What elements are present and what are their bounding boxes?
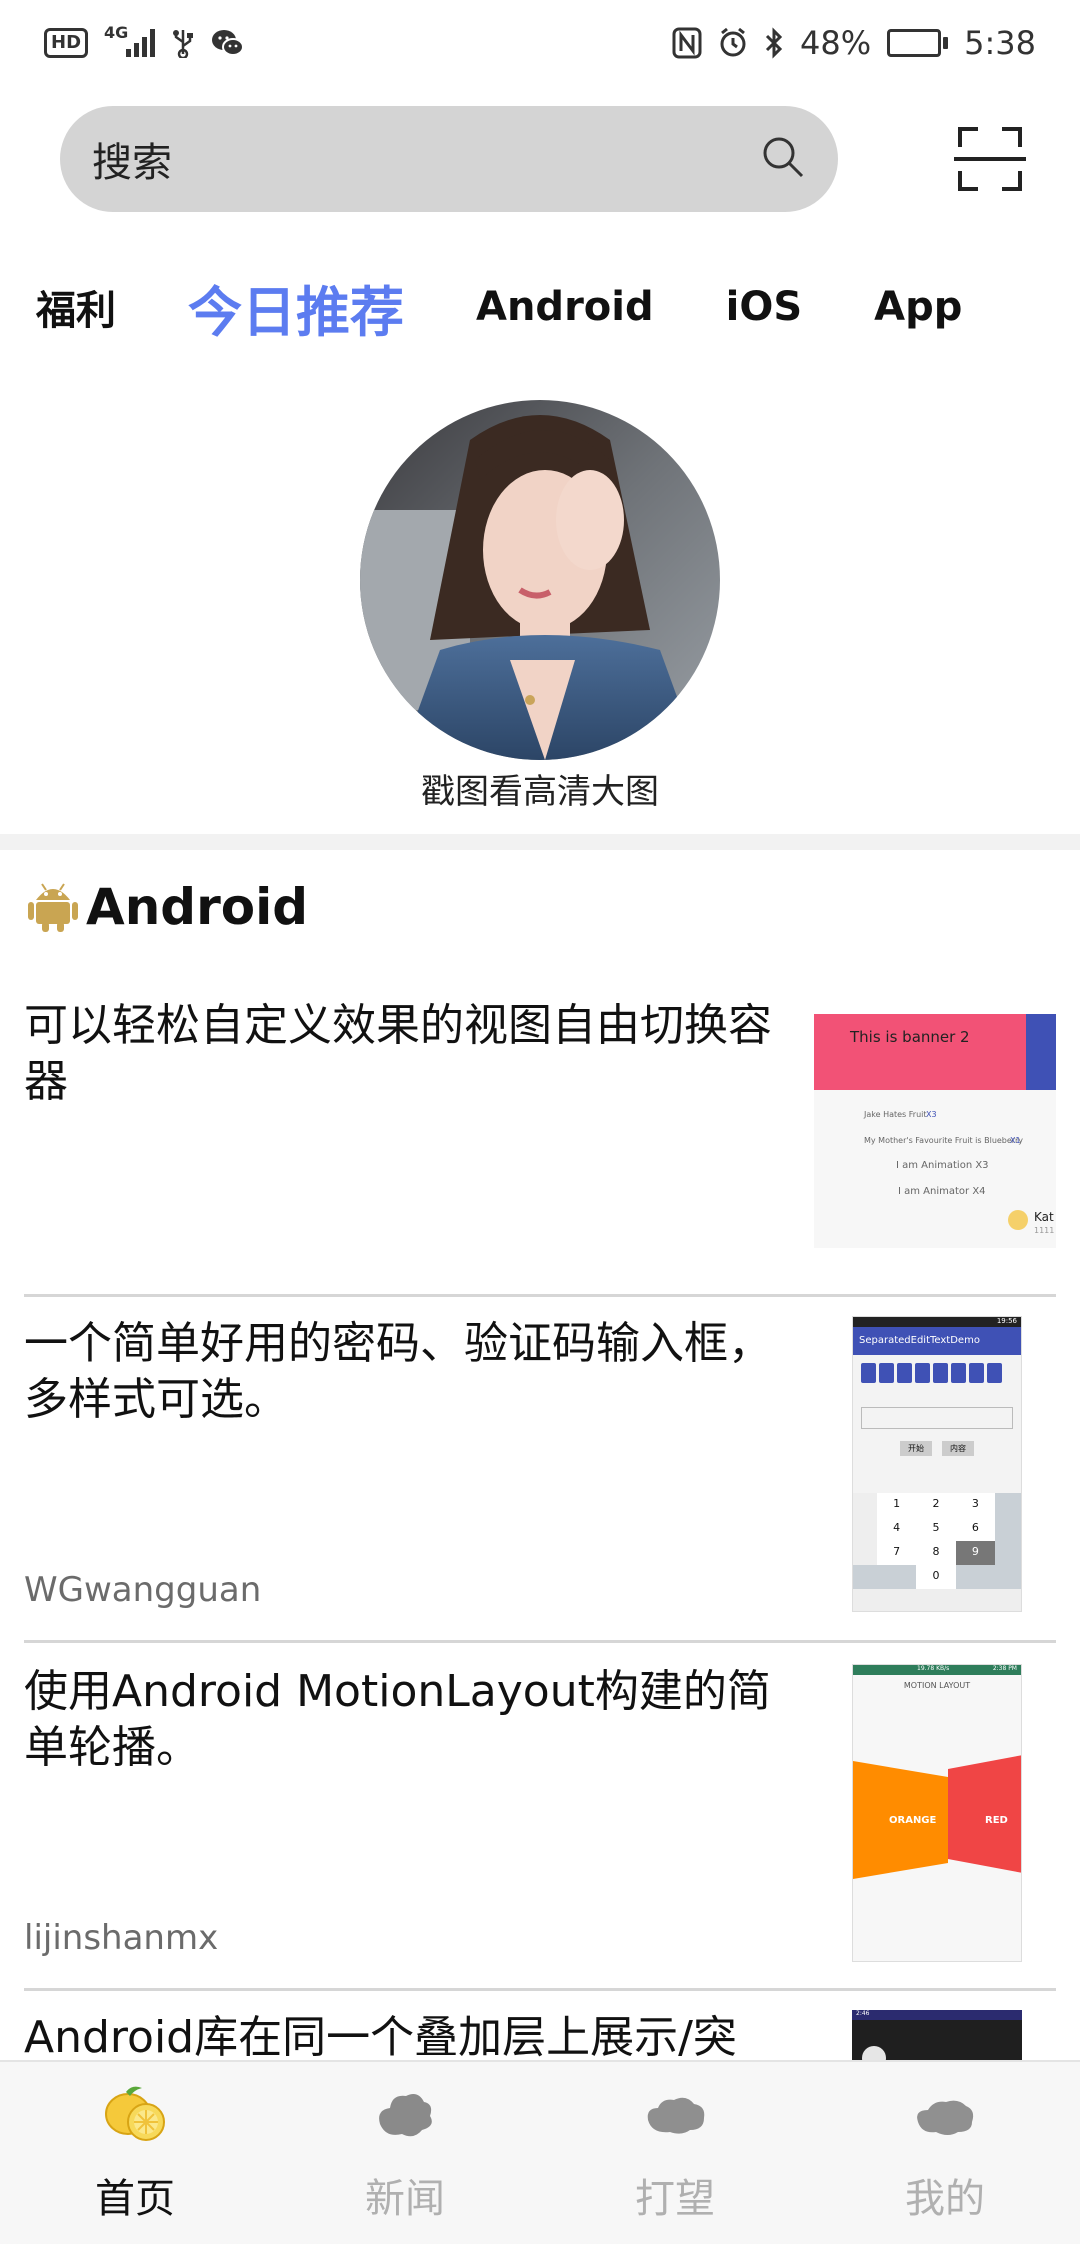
row-separator <box>24 1640 1056 1643</box>
key: 8 <box>916 1541 956 1565</box>
key: 0 <box>916 1565 956 1589</box>
hero-section: 戳图看高清大图 <box>0 400 1080 820</box>
thumb-btn: 内容 <box>942 1441 974 1456</box>
section-divider <box>0 834 1080 850</box>
nav-watch[interactable]: 打望 <box>540 2062 810 2244</box>
list-item[interactable]: 可以轻松自定义效果的视图自由切换容器 This is banner 2 Jake… <box>24 998 1056 1256</box>
key: 7 <box>877 1541 917 1565</box>
tab-android[interactable]: Android <box>476 284 654 330</box>
status-left: HD 4G <box>44 23 245 58</box>
tab-today-recommend[interactable]: 今日推荐 <box>188 268 404 347</box>
article-thumbnail[interactable]: 19.78 KB/s 2:38 PM MOTION LAYOUT ORANGE … <box>852 1664 1022 1962</box>
thumb-row: Jake Hates Fruit <box>864 1110 927 1119</box>
category-tabs: 福利 今日推荐 Android iOS App <box>36 270 1034 344</box>
usb-icon <box>171 28 195 58</box>
bluetooth-icon <box>764 27 784 59</box>
thumb-status: 19.78 KB/s <box>917 1665 950 1672</box>
article-thumbnail[interactable]: This is banner 2 Jake Hates Fruit X3 My … <box>814 1014 1056 1248</box>
key: 4 <box>877 1517 917 1541</box>
nav-profile[interactable]: 我的 <box>810 2062 1080 2244</box>
section-title: Android <box>86 878 309 936</box>
article-title: 可以轻松自定义效果的视图自由切换容器 <box>24 1000 772 1107</box>
hd-icon: HD <box>44 28 89 58</box>
search-icon[interactable] <box>760 134 806 184</box>
article-thumbnail[interactable]: 19:56 SeparatedEditTextDemo 开始 内容 123 45… <box>852 1316 1022 1612</box>
search-placeholder: 搜索 <box>92 140 172 186</box>
cloud-watch-icon <box>642 2084 708 2148</box>
thumb-right-label: RED <box>985 1815 1008 1826</box>
article-author: lijinshanmx <box>24 1918 219 1958</box>
article-author: WGwangguan <box>24 1570 262 1610</box>
key: 9 <box>955 1541 995 1565</box>
search-input[interactable]: 搜索 <box>60 106 838 212</box>
tab-welfare[interactable]: 福利 <box>36 278 116 336</box>
row-separator <box>24 1294 1056 1297</box>
alarm-icon <box>718 27 748 59</box>
tab-app[interactable]: App <box>874 284 962 330</box>
list-item[interactable]: 一个简单好用的密码、验证码输入框，多样式可选。 WGwangguan 19:56… <box>24 1316 1056 1612</box>
thumb-header: MOTION LAYOUT <box>903 1681 971 1690</box>
section-header: Android <box>28 878 308 936</box>
thumb-time: 2:38 PM <box>992 1665 1017 1672</box>
list-item[interactable]: 使用Android MotionLayout构建的简单轮播。 lijinshan… <box>24 1664 1056 1962</box>
key: 2 <box>916 1493 956 1517</box>
thumb-corner: Kat <box>1034 1210 1054 1224</box>
key: 1 <box>877 1493 917 1517</box>
search-row: 搜索 <box>60 106 1026 212</box>
thumb-btn: 开始 <box>900 1441 932 1456</box>
article-thumbnail[interactable]: 2:46 <box>852 2010 1022 2060</box>
nav-label: 打望 <box>635 2176 715 2222</box>
hero-caption: 戳图看高清大图 <box>421 772 659 812</box>
thumb-row: X1 <box>1010 1136 1021 1145</box>
article-list: 可以轻松自定义效果的视图自由切换容器 This is banner 2 Jake… <box>24 990 1056 2060</box>
thumb-row: I am Animator X4 <box>898 1186 986 1197</box>
list-item[interactable]: Android库在同一个叠加层上展示/突 2:46 <box>24 2010 1056 2060</box>
nfc-icon <box>672 27 702 59</box>
thumb-row: My Mother's Favourite Fruit is Blueberry <box>864 1136 1023 1145</box>
signal-icon: 4G <box>104 23 156 57</box>
bottom-navigation: 首页 新闻 打望 我的 <box>0 2060 1080 2244</box>
network-type: 4G <box>104 23 129 42</box>
article-title: 使用Android MotionLayout构建的简单轮播。 <box>24 1666 771 1773</box>
key: 3 <box>955 1493 995 1517</box>
nav-label: 我的 <box>905 2176 985 2222</box>
article-title: Android库在同一个叠加层上展示/突 <box>24 2012 737 2060</box>
lemon-icon <box>102 2084 168 2148</box>
row-separator <box>24 1988 1056 1991</box>
featured-photo[interactable] <box>360 400 720 760</box>
status-right: 48% 5:38 <box>672 24 1036 62</box>
android-robot-icon <box>28 878 78 936</box>
status-bar: HD 4G 48% 5:38 <box>0 0 1080 86</box>
cloud-news-icon <box>372 2084 438 2148</box>
thumb-banner-text: This is banner 2 <box>850 1028 970 1046</box>
thumb-app-title: SeparatedEditTextDemo <box>853 1327 1021 1355</box>
thumb-row: X3 <box>926 1110 937 1119</box>
cloud-profile-icon <box>912 2084 978 2148</box>
thumb-left-label: ORANGE <box>889 1815 937 1826</box>
nav-label: 新闻 <box>365 2176 445 2222</box>
key: 6 <box>955 1517 995 1541</box>
thumb-corner-sub: 1111 <box>1034 1226 1055 1235</box>
nav-home[interactable]: 首页 <box>0 2062 270 2244</box>
thumb-row: I am Animation X3 <box>896 1160 989 1171</box>
nav-label: 首页 <box>95 2176 175 2222</box>
scan-qr-button[interactable] <box>954 127 1026 191</box>
tab-ios[interactable]: iOS <box>726 284 803 330</box>
clock: 5:38 <box>964 24 1036 62</box>
battery-percent: 48% <box>800 24 872 62</box>
key: 5 <box>916 1517 956 1541</box>
thumb-avatar <box>1008 1210 1028 1230</box>
battery-icon <box>887 29 949 57</box>
nav-news[interactable]: 新闻 <box>270 2062 540 2244</box>
thumb-time: 19:56 <box>996 1317 1017 1325</box>
thumb-time: 2:46 <box>856 2010 870 2017</box>
article-title: 一个简单好用的密码、验证码输入框，多样式可选。 <box>24 1318 772 1425</box>
wechat-icon <box>211 28 245 58</box>
